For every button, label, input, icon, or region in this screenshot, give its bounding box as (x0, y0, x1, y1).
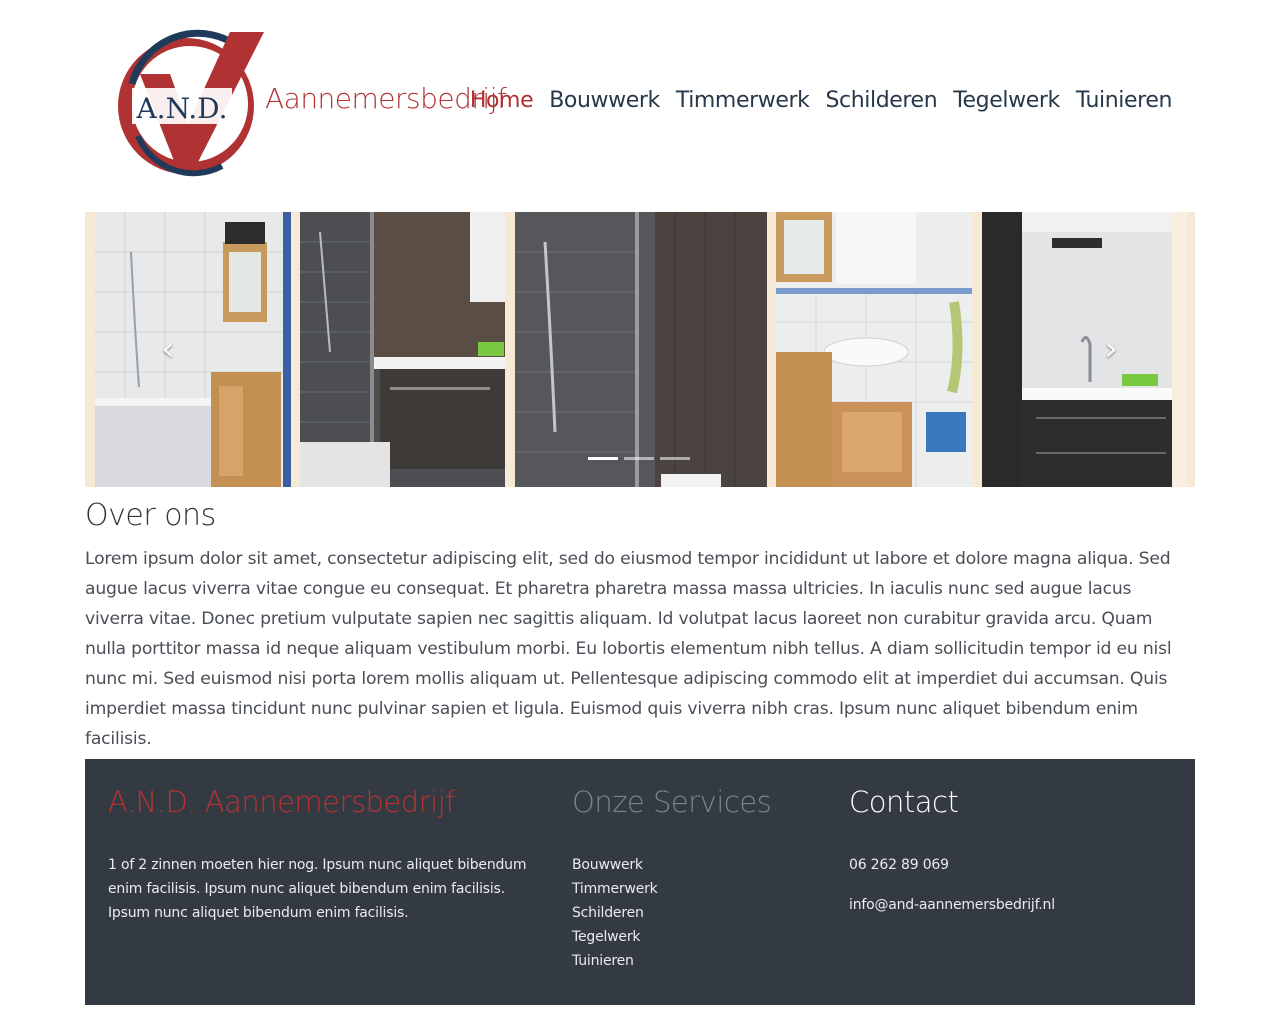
footer-service-item: Tegelwerk (572, 925, 812, 949)
chevron-left-icon: ‹ (161, 329, 175, 369)
carousel-indicators (588, 457, 690, 460)
carousel-prev-button[interactable]: ‹ (153, 332, 183, 366)
footer-service-item: Bouwwerk (572, 853, 812, 877)
nav-bouwwerk[interactable]: Bouwwerk (549, 88, 660, 113)
nav-timmerwerk[interactable]: Timmerwerk (676, 88, 810, 113)
footer-service-item: Tuinieren (572, 949, 812, 973)
main-nav: Home Bouwwerk Timmerwerk Schilderen Tege… (470, 88, 1173, 113)
bathroom-photo-2 (300, 212, 505, 487)
about-title: Over ons (85, 498, 216, 533)
about-text: Lorem ipsum dolor sit amet, consectetur … (85, 549, 1172, 749)
nav-schilderen[interactable]: Schilderen (825, 88, 937, 113)
footer-link-timmerwerk[interactable]: Timmerwerk (572, 881, 658, 897)
logo-text: A.N.D. (135, 92, 227, 125)
site-header: A.N.D. Aannemersbedrijf Home Bouwwerk Ti… (0, 0, 1280, 200)
image-carousel[interactable]: ‹ › (85, 212, 1195, 487)
footer-company-title: A.N.D. Aannemersbedrijf (108, 785, 455, 819)
bathroom-photo-5 (982, 212, 1187, 487)
bathroom-photo-4 (776, 212, 972, 487)
company-logo[interactable]: A.N.D. (112, 26, 268, 182)
carousel-indicator-3[interactable] (660, 457, 690, 460)
carousel-indicator-1[interactable] (588, 457, 618, 460)
bathroom-photo-3 (515, 212, 767, 487)
footer-contact-title: Contact (849, 785, 959, 819)
nav-home[interactable]: Home (470, 88, 534, 113)
carousel-indicator-2[interactable] (624, 457, 654, 460)
bathroom-photo-1 (95, 212, 291, 487)
chevron-right-icon: › (1104, 329, 1118, 369)
footer-service-item: Timmerwerk (572, 877, 812, 901)
contact-phone[interactable]: 06 262 89 069 (849, 853, 1169, 877)
site-footer: A.N.D. Aannemersbedrijf 1 of 2 zinnen mo… (85, 759, 1195, 1005)
carousel-next-button[interactable]: › (1096, 332, 1126, 366)
footer-services-title: Onze Services (572, 785, 772, 819)
footer-contact: Contact 06 262 89 069 info@and-aannemers… (849, 785, 1169, 933)
footer-link-tegelwerk[interactable]: Tegelwerk (572, 929, 641, 945)
footer-company: A.N.D. Aannemersbedrijf 1 of 2 zinnen mo… (108, 785, 528, 925)
footer-link-schilderen[interactable]: Schilderen (572, 905, 644, 921)
footer-link-tuinieren[interactable]: Tuinieren (572, 953, 634, 969)
nav-tuinieren[interactable]: Tuinieren (1076, 88, 1173, 113)
contact-email[interactable]: info@and-aannemersbedrijf.nl (849, 893, 1169, 917)
footer-service-item: Schilderen (572, 901, 812, 925)
footer-services: Onze Services Bouwwerk Timmerwerk Schild… (572, 785, 812, 973)
footer-company-text: 1 of 2 zinnen moeten hier nog. Ipsum nun… (108, 857, 527, 921)
nav-tegelwerk[interactable]: Tegelwerk (953, 88, 1060, 113)
footer-link-bouwwerk[interactable]: Bouwwerk (572, 857, 643, 873)
